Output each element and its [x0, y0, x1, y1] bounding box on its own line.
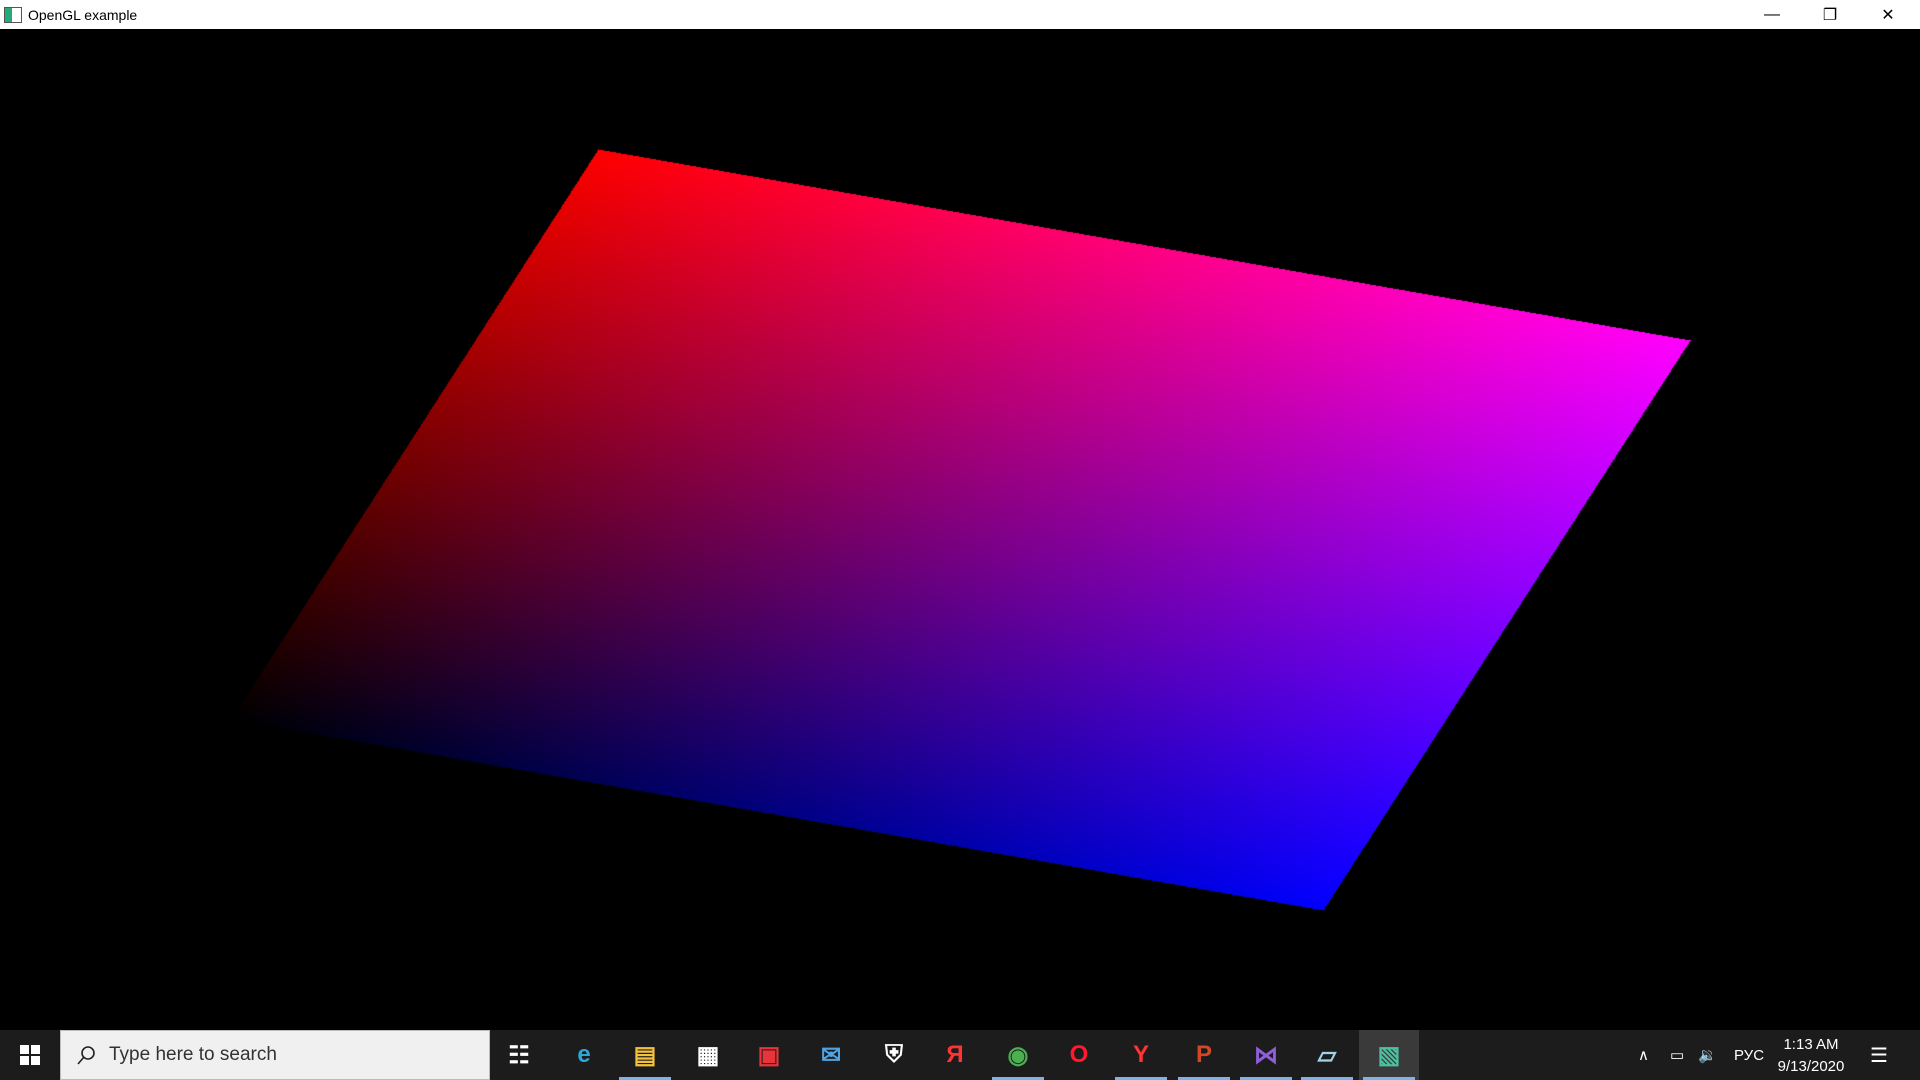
taskbar-app-yandex[interactable]: Я: [925, 1030, 985, 1080]
battery-glyph: ▭: [1670, 1047, 1685, 1064]
yandex-icon: Я: [946, 1041, 964, 1068]
taskbar-app-task-view[interactable]: ☷: [489, 1030, 549, 1080]
taskbar-app-visual-studio[interactable]: ⋈: [1236, 1030, 1296, 1080]
taskbar-app-store[interactable]: ▦: [678, 1030, 738, 1080]
start-button[interactable]: [0, 1030, 60, 1080]
windows-icon: [20, 1045, 40, 1065]
taskbar-app-chrome[interactable]: ◉: [988, 1030, 1048, 1080]
notifications-button[interactable]: ☰: [1870, 1030, 1888, 1080]
window-title: OpenGL example: [28, 6, 138, 23]
taskbar-app-opengl-app[interactable]: ▧: [1359, 1030, 1419, 1080]
opengl-viewport[interactable]: [0, 29, 1920, 1030]
close-button[interactable]: ✕: [1859, 0, 1917, 29]
app-icon: [4, 6, 22, 23]
minimize-button[interactable]: —: [1743, 0, 1801, 29]
title-bar: OpenGL example — ❐ ✕: [0, 0, 1920, 29]
taskbar-app-gift[interactable]: ▣: [739, 1030, 799, 1080]
visual-studio-icon: ⋈: [1254, 1041, 1278, 1069]
taskbar-app-mail[interactable]: ✉: [801, 1030, 861, 1080]
restore-button[interactable]: ❐: [1801, 0, 1859, 29]
language-indicator[interactable]: РУС: [1734, 1030, 1764, 1080]
volume-icon[interactable]: 🔉: [1698, 1030, 1717, 1080]
language-label: РУС: [1734, 1046, 1765, 1064]
task-view-icon: ☷: [508, 1041, 530, 1069]
battery-icon[interactable]: ▭: [1670, 1030, 1684, 1080]
gift-icon: ▣: [757, 1041, 781, 1069]
taskbar-app-opera[interactable]: O: [1049, 1030, 1109, 1080]
clock[interactable]: 1:13 AM 9/13/2020: [1765, 1034, 1857, 1078]
security-icon: ⛨: [885, 1041, 903, 1068]
show-hidden-icons-button[interactable]: ∧: [1638, 1030, 1649, 1080]
powerpoint-icon: P: [1195, 1041, 1212, 1068]
opengl-app-icon: ▧: [1377, 1041, 1401, 1069]
notepad-icon: ▱: [1317, 1041, 1337, 1069]
edge-icon: e: [577, 1041, 591, 1068]
taskbar-app-security[interactable]: ⛨: [864, 1030, 924, 1080]
file-explorer-icon: ▤: [633, 1041, 657, 1069]
search-icon: [77, 1046, 95, 1065]
chevron-up-icon: ∧: [1638, 1047, 1649, 1064]
taskbar-app-powerpoint[interactable]: P: [1174, 1030, 1234, 1080]
search-box[interactable]: Type here to search: [60, 1030, 490, 1080]
time: 1:13 AM: [1783, 1036, 1839, 1053]
opera-icon: O: [1069, 1041, 1089, 1068]
taskbar: Type here to search ☷ e ▤ ▦ ▣ ✉ ⛨ Я ◉ O Y P ⋈ ▱ ▧ ∧ ▭ …: [0, 1030, 1920, 1080]
search-placeholder: Type here to search: [109, 1044, 277, 1065]
mail-icon: ✉: [820, 1041, 842, 1069]
notification-icon: ☰: [1870, 1044, 1888, 1067]
yandex-browser-icon: Y: [1132, 1041, 1149, 1068]
volume-glyph: 🔉: [1698, 1047, 1717, 1064]
taskbar-app-edge[interactable]: e: [554, 1030, 614, 1080]
taskbar-app-yandex-browser[interactable]: Y: [1111, 1030, 1171, 1080]
taskbar-app-notepad[interactable]: ▱: [1297, 1030, 1357, 1080]
store-icon: ▦: [696, 1041, 720, 1069]
taskbar-app-file-explorer[interactable]: ▤: [615, 1030, 675, 1080]
chrome-icon: ◉: [1007, 1041, 1029, 1069]
date: 9/13/2020: [1777, 1058, 1845, 1075]
